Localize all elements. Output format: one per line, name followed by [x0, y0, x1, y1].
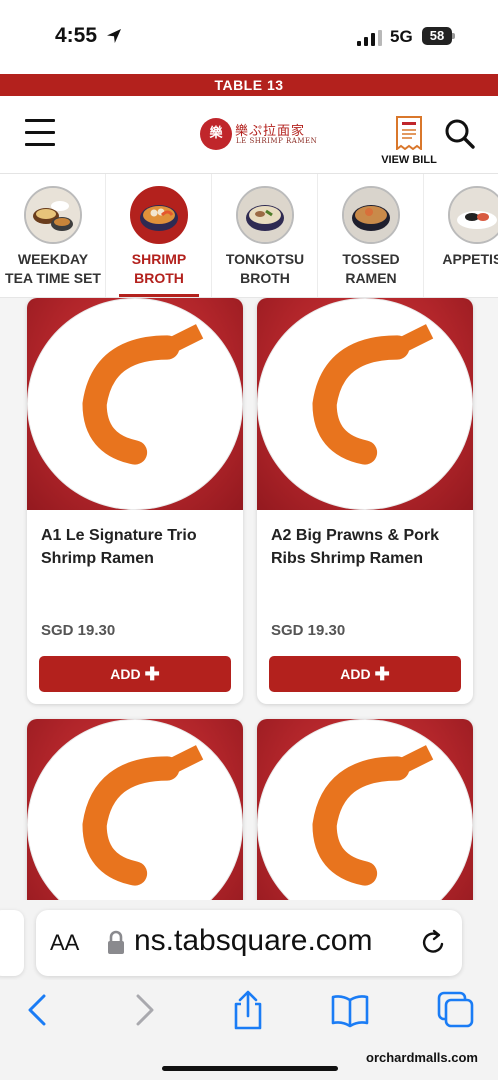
- category-thumbnail: [236, 186, 294, 244]
- battery-level: 58: [422, 27, 452, 45]
- add-to-cart-button[interactable]: ADD ✚: [269, 656, 461, 692]
- table-number-banner: TABLE 13: [0, 74, 498, 96]
- product-grid: A1 Le Signature Trio Shrimp Ramen SGD 19…: [0, 298, 498, 908]
- product-card[interactable]: [257, 719, 473, 908]
- product-price: SGD 19.30: [271, 622, 346, 639]
- shrimp-icon: [257, 298, 473, 510]
- browser-toolbar: orchardmalls.com: [0, 980, 498, 1080]
- product-price: SGD 19.30: [41, 622, 116, 639]
- add-to-cart-button[interactable]: ADD ✚: [39, 656, 231, 692]
- category-thumbnail: [342, 186, 400, 244]
- lock-icon: [108, 930, 124, 954]
- product-card[interactable]: A2 Big Prawns & Pork Ribs Shrimp Ramen S…: [257, 298, 473, 704]
- location-arrow-icon: [107, 29, 121, 43]
- brand-logo: 樂 樂ぷ拉面家 LE SHRIMP RAMEN: [200, 118, 317, 152]
- category-thumbnail: [448, 186, 498, 244]
- browser-address-area: AA ns.tabsquare.com: [0, 900, 498, 980]
- product-card[interactable]: [27, 719, 243, 908]
- previous-tab-preview[interactable]: [0, 910, 24, 976]
- logo-mark: 樂: [200, 118, 232, 150]
- bookmarks-icon[interactable]: [330, 990, 370, 1030]
- view-bill-button[interactable]: VIEW BILL: [378, 116, 440, 172]
- tab-shrimp-broth[interactable]: SHRIMP BROTH: [106, 174, 212, 297]
- tab-tonkotsu-broth[interactable]: TONKOTSU BROTH: [212, 174, 318, 297]
- forward-icon[interactable]: [124, 990, 164, 1030]
- plus-icon: ✚: [144, 664, 160, 684]
- category-thumbnail: [24, 186, 82, 244]
- cell-signal-icon: [357, 30, 382, 46]
- search-icon[interactable]: [444, 118, 476, 150]
- status-time: 4:55: [55, 24, 98, 47]
- reader-aa-button[interactable]: AA: [50, 930, 79, 956]
- category-label: APPETISE: [442, 251, 498, 267]
- reload-icon[interactable]: [420, 928, 448, 958]
- home-indicator[interactable]: [162, 1066, 338, 1071]
- back-icon[interactable]: [18, 990, 58, 1030]
- tabs-icon[interactable]: [436, 990, 476, 1030]
- watermark-text: orchardmalls.com: [366, 1050, 478, 1065]
- status-bar: 4:55 5G 58: [0, 0, 498, 74]
- app-screen: { "status_bar": { "time": "4:55", "netwo…: [0, 0, 498, 1080]
- bill-icon: [396, 116, 422, 150]
- battery-icon: 58: [422, 27, 455, 45]
- shrimp-icon: [27, 298, 243, 510]
- product-name: A2 Big Prawns & Pork Ribs Shrimp Ramen: [271, 527, 440, 567]
- menu-icon[interactable]: [25, 119, 55, 147]
- category-thumbnail: [130, 186, 188, 244]
- product-image: [27, 719, 243, 908]
- category-label: TONKOTSU BROTH: [225, 251, 305, 286]
- plus-icon: ✚: [374, 664, 390, 684]
- category-label: WEEKDAY TEA TIME SET: [5, 251, 101, 286]
- share-icon[interactable]: [228, 990, 268, 1030]
- url-text: ns.tabsquare.com: [134, 924, 373, 957]
- tab-weekday-tea-time-set[interactable]: WEEKDAY TEA TIME SET: [0, 174, 106, 297]
- product-image: [27, 298, 243, 510]
- app-header: 樂 樂ぷ拉面家 LE SHRIMP RAMEN VIEW BILL: [0, 96, 498, 174]
- product-image: [257, 719, 473, 908]
- active-tab-indicator: [119, 294, 199, 297]
- tab-appetisers[interactable]: APPETISE: [424, 174, 498, 297]
- product-card[interactable]: A1 Le Signature Trio Shrimp Ramen SGD 19…: [27, 298, 243, 704]
- product-image: [257, 298, 473, 510]
- logo-english-name: LE SHRIMP RAMEN: [236, 137, 318, 145]
- tab-tossed-ramen[interactable]: TOSSED RAMEN: [318, 174, 424, 297]
- address-bar[interactable]: AA ns.tabsquare.com: [36, 910, 462, 976]
- view-bill-label: VIEW BILL: [381, 154, 437, 166]
- network-type: 5G: [390, 27, 413, 46]
- product-name: A1 Le Signature Trio Shrimp Ramen: [41, 527, 197, 567]
- category-label: SHRIMP BROTH: [131, 251, 187, 286]
- category-label: TOSSED RAMEN: [342, 251, 400, 286]
- category-tabs: WEEKDAY TEA TIME SET SHRIMP BROTH TONKOTSU…: [0, 174, 498, 298]
